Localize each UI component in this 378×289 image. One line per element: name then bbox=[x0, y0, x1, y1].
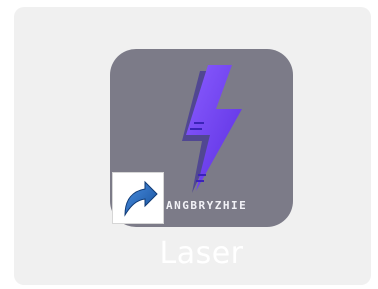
shortcut-label: Laser bbox=[159, 236, 244, 271]
brand-logo-text: ANGBRYZHIE bbox=[166, 199, 248, 212]
lightning-bolt-icon bbox=[182, 65, 242, 193]
shortcut-arrow-overlay bbox=[112, 172, 164, 224]
shortcut-arrow-icon bbox=[124, 180, 158, 217]
